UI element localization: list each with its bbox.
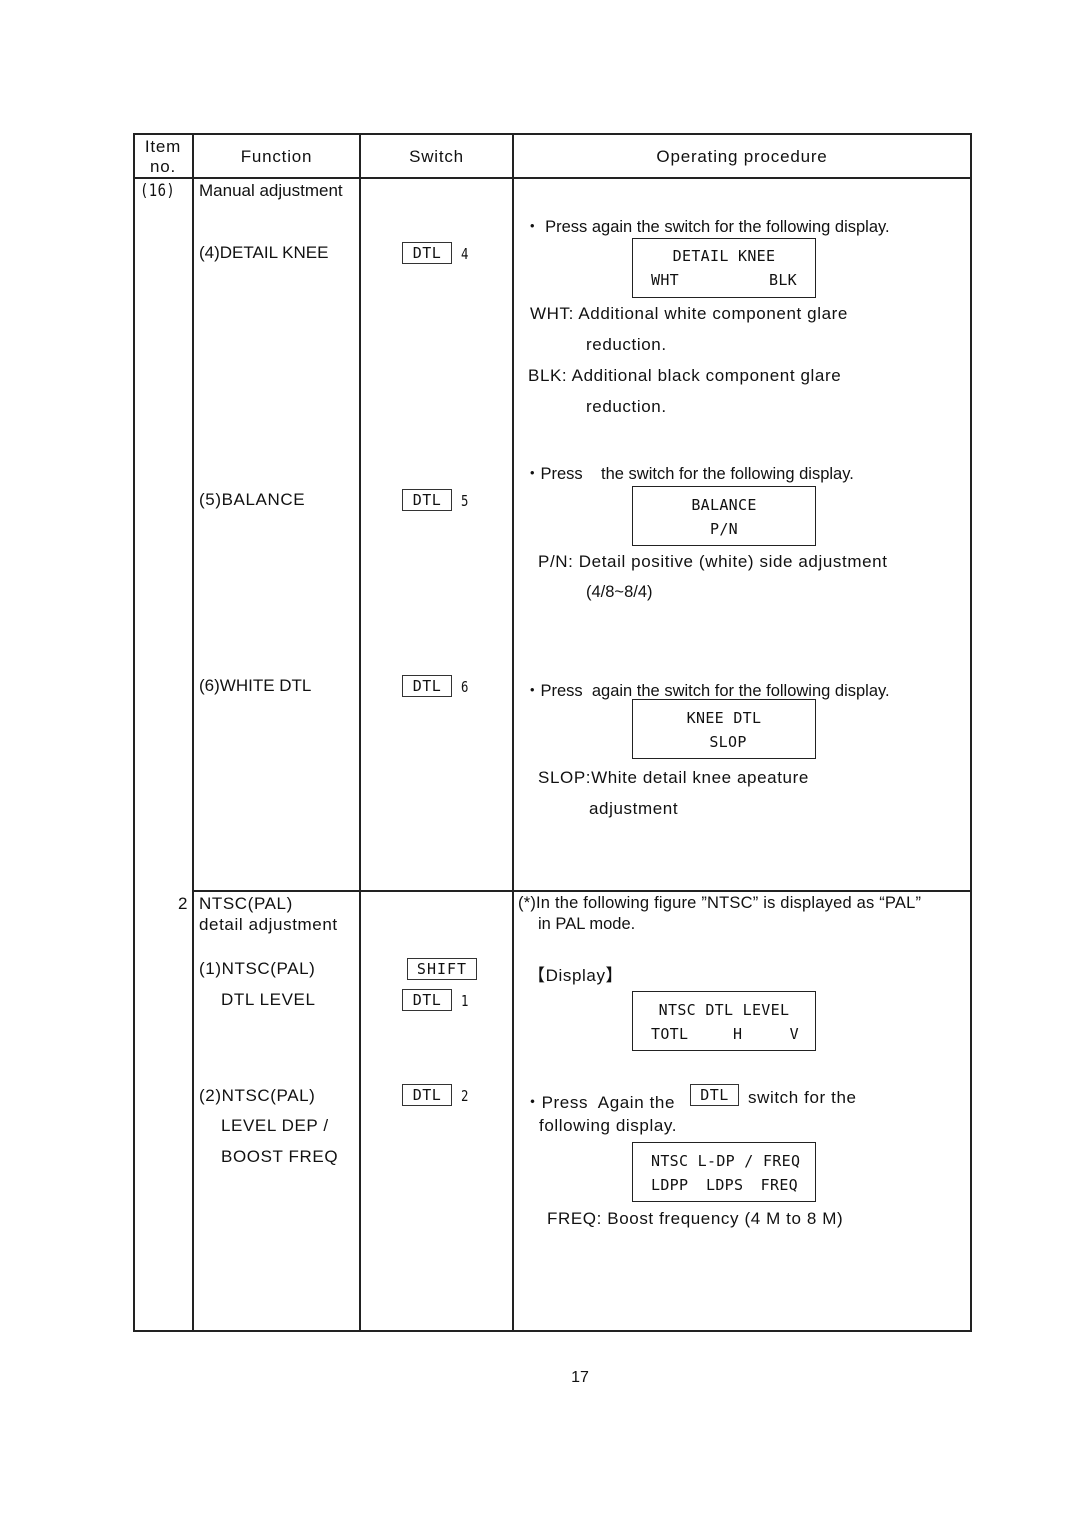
note-blk: BLK: Additional black component glare	[528, 366, 842, 385]
switch-num-6: 6	[461, 678, 469, 696]
instruction-detail-knee: ・ Press again the switch for the followi…	[524, 218, 890, 236]
switch-num-4: 4	[461, 245, 469, 263]
table-border-right	[970, 133, 972, 1332]
dtl-key-label: DTL	[700, 1086, 729, 1104]
shift-key: SHIFT	[407, 958, 477, 980]
display-line1: KNEE DTL	[686, 709, 762, 727]
switch-num-1: 1	[461, 992, 469, 1010]
function-title-manual-adjustment: Manual adjustment	[199, 181, 343, 200]
display-line1: BALANCE	[691, 496, 757, 514]
display-detail-knee: DETAIL KNEE WHT BLK	[632, 238, 816, 298]
display-ntsc-ldp-freq: NTSC L-DP / FREQ LDPP LDPS FREQ	[632, 1142, 816, 1202]
display-label: 【Display】	[528, 966, 624, 985]
instruction-balance: ・Press the switch for the following disp…	[524, 465, 854, 483]
function-title-detail-adjustment: detail adjustment	[199, 915, 338, 934]
instruction-level-dep-post: switch for the	[748, 1088, 857, 1107]
function-ntsc-dtl-level-line1: (1)NTSC(PAL)	[199, 959, 316, 978]
note-pal-mode-cont: in PAL mode.	[538, 915, 636, 933]
col-divider-item	[192, 133, 194, 1332]
display-line2-ldpp: LDPP	[651, 1176, 689, 1194]
display-line2-v: V	[789, 1025, 799, 1043]
function-detail-knee: (4)DETAIL KNEE	[199, 243, 329, 262]
header-switch: Switch	[409, 147, 464, 166]
display-line2-ldps: LDPS	[706, 1176, 744, 1194]
display-ntsc-dtl-level: NTSC DTL LEVEL TOTL H V	[632, 991, 816, 1051]
table-border-bottom	[133, 1330, 972, 1332]
instruction-level-dep-line2: following display.	[539, 1116, 678, 1135]
col-divider-switch	[512, 133, 514, 1332]
header-divider	[133, 177, 972, 179]
page-number: 17	[571, 1369, 589, 1386]
dtl-key-label: DTL	[412, 991, 442, 1009]
dtl-key-1: DTL	[402, 989, 452, 1011]
note-wht: WHT: Additional white component glare	[530, 304, 848, 323]
display-line2-right: BLK	[769, 271, 797, 289]
function-ntsc-dtl-level-line2: DTL LEVEL	[221, 990, 316, 1009]
function-balance: (5)BALANCE	[199, 490, 306, 509]
item-number-16: (16)	[140, 181, 176, 201]
display-line2: P/N	[710, 520, 738, 538]
display-line1: DETAIL KNEE	[672, 247, 776, 265]
display-line2-h: H	[733, 1025, 743, 1043]
header-item-no: Item no.	[133, 137, 193, 177]
switch-num-2: 2	[461, 1087, 469, 1105]
dtl-key-inline: DTL	[690, 1084, 739, 1106]
note-slop: SLOP:White detail knee apeature	[538, 768, 809, 787]
instruction-level-dep-pre: ・Press Again the	[524, 1093, 675, 1112]
dtl-key-label: DTL	[412, 1086, 442, 1104]
instruction-white-dtl: ・Press again the switch for the followin…	[524, 682, 890, 700]
dtl-key-label: DTL	[412, 244, 442, 262]
note-pn: P/N: Detail positive (white) side adjust…	[538, 552, 888, 571]
note-blk-cont: reduction.	[586, 397, 667, 416]
display-line2: SLOP	[709, 733, 747, 751]
display-line1: NTSC DTL LEVEL	[658, 1001, 790, 1019]
shift-key-label: SHIFT	[416, 960, 468, 978]
display-line1: NTSC L-DP / FREQ	[651, 1152, 801, 1170]
display-line2-left: WHT	[651, 271, 679, 289]
header-function: Function	[240, 147, 313, 166]
dtl-key-label: DTL	[412, 677, 442, 695]
note-slop-cont: adjustment	[589, 799, 679, 818]
function-ntsc-level-dep-line2: LEVEL DEP /	[221, 1116, 329, 1135]
header-procedure: Operating procedure	[656, 147, 828, 166]
dtl-key-6: DTL	[402, 675, 452, 697]
dtl-key-5: DTL	[402, 489, 452, 511]
header-item-line2: no.	[149, 157, 177, 176]
table-border-top	[133, 133, 972, 135]
table-border-left	[133, 133, 135, 1332]
note-wht-cont: reduction.	[586, 335, 667, 354]
note-pal-mode: (*)In the following figure ”NTSC” is dis…	[518, 894, 922, 912]
display-line2-totl: TOTL	[651, 1025, 689, 1043]
col-divider-function	[359, 133, 361, 1332]
display-line2-freq: FREQ	[760, 1176, 798, 1194]
switch-num-5: 5	[461, 492, 469, 510]
dtl-key-2: DTL	[402, 1084, 452, 1106]
function-ntsc-level-dep-line3: BOOST FREQ	[221, 1147, 339, 1166]
section-divider	[192, 890, 972, 892]
display-balance: BALANCE P/N	[632, 486, 816, 546]
display-knee-dtl: KNEE DTL SLOP	[632, 699, 816, 759]
item-number-2: 2	[178, 894, 189, 913]
note-freq: FREQ: Boost frequency (4 M to 8 M)	[547, 1209, 844, 1228]
note-pn-range: (4/8~8/4)	[586, 583, 653, 601]
dtl-key-4: DTL	[402, 242, 452, 264]
function-title-ntsc-pal: NTSC(PAL)	[199, 894, 293, 913]
function-white-dtl: (6)WHITE DTL	[199, 676, 312, 695]
header-item-line1: Item	[144, 137, 182, 156]
dtl-key-label: DTL	[412, 491, 442, 509]
function-ntsc-level-dep-line1: (2)NTSC(PAL)	[199, 1086, 316, 1105]
